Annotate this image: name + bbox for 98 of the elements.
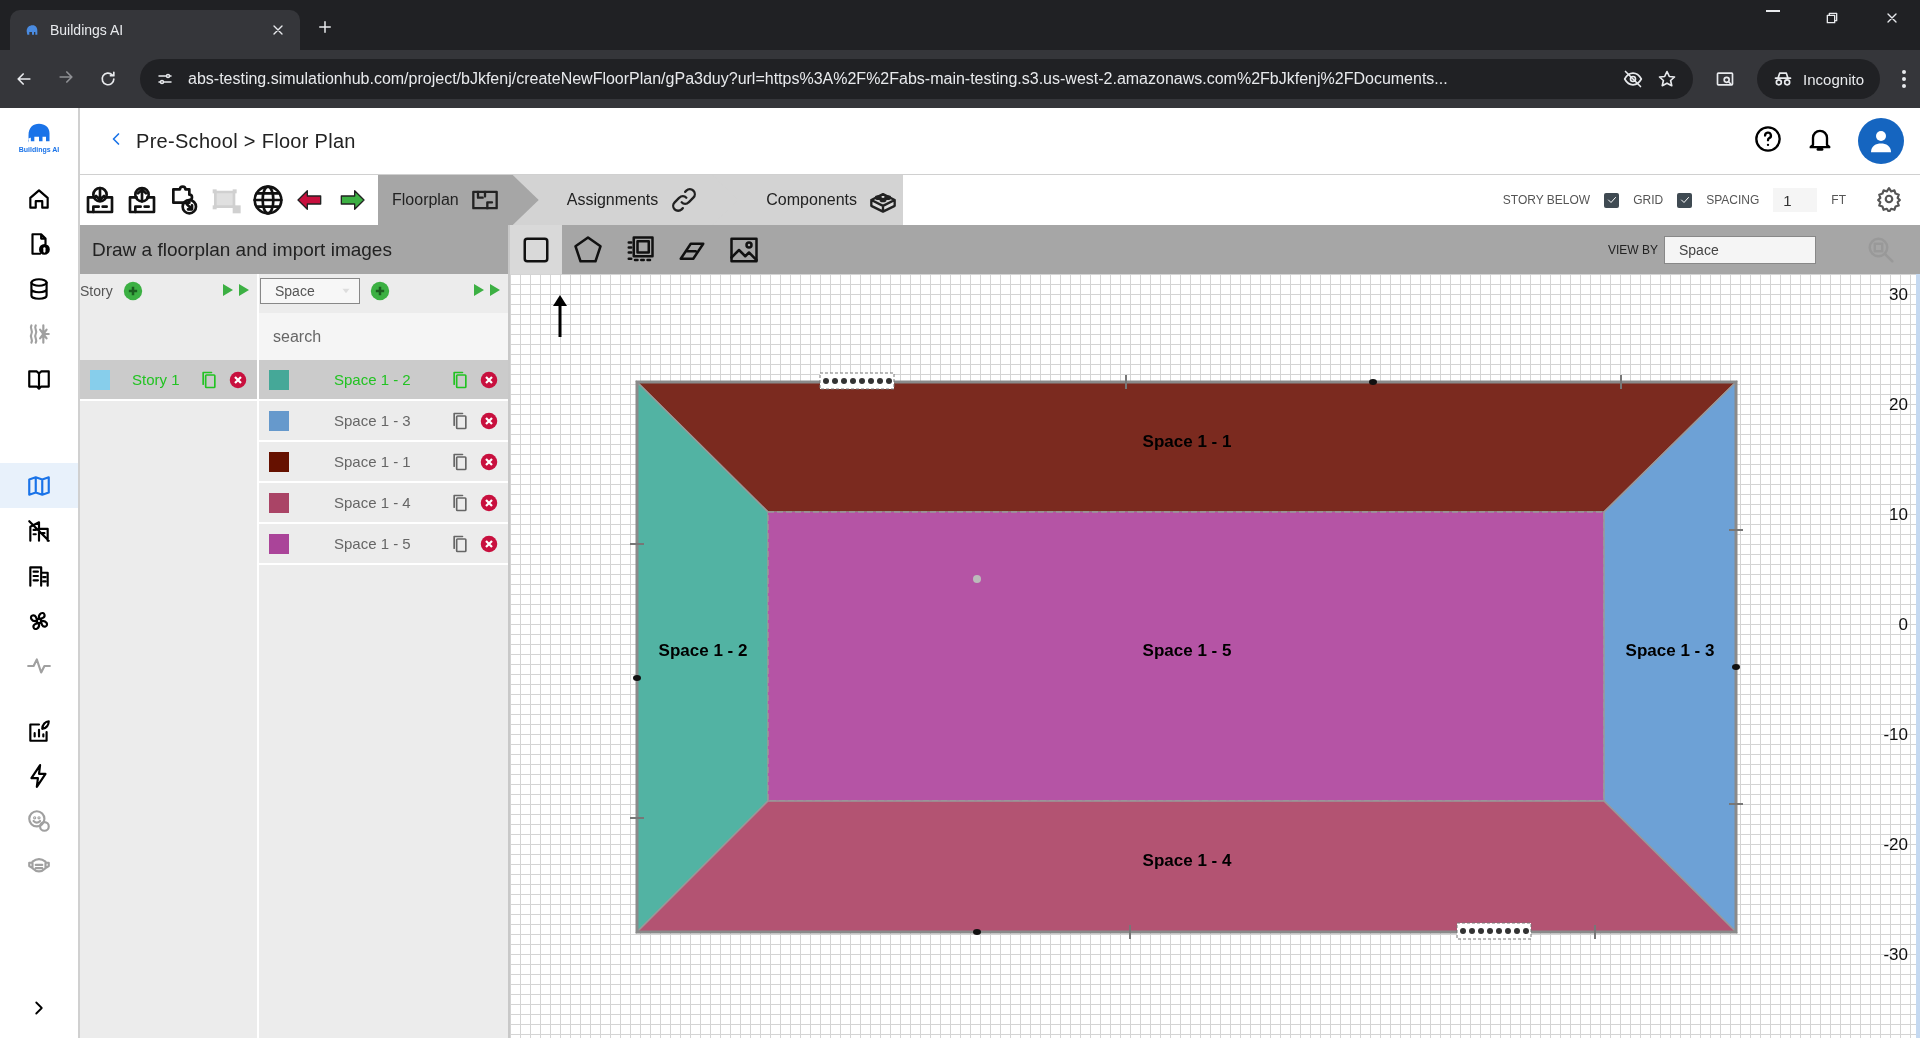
settings-button[interactable] <box>1876 185 1902 215</box>
center-point <box>973 575 981 583</box>
new-tab-icon <box>316 18 334 36</box>
axis-label: 30 <box>1889 285 1908 304</box>
checkbox[interactable] <box>1604 192 1620 208</box>
edge-handle[interactable] <box>1369 379 1377 385</box>
face-globe-icon <box>26 807 52 834</box>
copy-icon <box>450 451 470 472</box>
edge-tick[interactable] <box>1125 374 1127 390</box>
edge-handle[interactable] <box>633 675 641 681</box>
link-icon <box>670 186 699 214</box>
door-marker[interactable] <box>819 372 895 390</box>
floorplan-import-icon <box>84 184 116 216</box>
pentagon-icon <box>573 234 603 265</box>
reload-icon <box>98 69 118 89</box>
edge-handle[interactable] <box>1732 664 1740 670</box>
door-marker[interactable] <box>1456 922 1532 940</box>
edge-tick[interactable] <box>1728 529 1744 531</box>
search-field[interactable]: search <box>259 313 508 360</box>
space-name: Space 1 - 1 <box>333 453 412 470</box>
axis-label: -20 <box>1883 835 1908 854</box>
edge-tick[interactable] <box>1728 803 1744 805</box>
add-button[interactable] <box>370 281 390 301</box>
delete-icon[interactable] <box>480 534 498 553</box>
axis-label: 10 <box>1889 505 1908 524</box>
option-label: STORY BELOW <box>1502 193 1591 207</box>
space-name: Space 1 - 3 <box>333 412 412 429</box>
space-row[interactable]: Space 1 - 5 <box>259 524 508 565</box>
building-off-icon <box>26 517 52 544</box>
toolbar-button[interactable] <box>126 184 158 216</box>
checkbox[interactable] <box>1677 192 1693 208</box>
settings-icon <box>1876 185 1902 212</box>
draw-tool[interactable] <box>510 225 562 274</box>
axis-label: 0 <box>1898 615 1908 634</box>
edge-tick[interactable] <box>1620 374 1622 390</box>
delete-icon[interactable] <box>480 411 498 430</box>
edge-handle[interactable] <box>973 929 981 935</box>
toolbar-button[interactable] <box>252 184 284 216</box>
space-row[interactable]: Space 1 - 4 <box>259 483 508 524</box>
copy-icon <box>450 533 470 554</box>
story-name: Story 1 <box>131 371 181 388</box>
axis-label: -10 <box>1883 725 1908 744</box>
copy-icon <box>199 369 219 390</box>
lens-icon <box>1715 69 1736 89</box>
space-dropdown[interactable]: Space <box>260 278 360 304</box>
delete-icon[interactable] <box>480 452 498 471</box>
restore-icon <box>1824 10 1840 26</box>
more-icon[interactable] <box>1902 70 1906 88</box>
tab[interactable]: Floorplan <box>378 175 539 225</box>
avatar[interactable] <box>1858 118 1904 164</box>
incognito-icon <box>1773 69 1794 89</box>
address-bar[interactable]: abs-testing.simulationhub.com/project/bJkfenj/createNewFloorPlan/gPa3duy?url=https%3A%2F%2Fabs-main-testing.s3.us-west-2.amazonaws.com%2FbJkfenj%2FDocuments... <box>140 59 1694 99</box>
tab-title: Buildings AI <box>50 22 125 38</box>
space-label: Space 1 - 4 <box>1142 851 1232 870</box>
breadcrumb: Pre-School > Floor Plan <box>136 129 356 153</box>
profile-button[interactable]: Incognito <box>1757 59 1880 99</box>
add-button[interactable] <box>122 281 143 301</box>
edge-tick[interactable] <box>629 817 645 819</box>
spacing-field[interactable]: 1 <box>1773 188 1818 212</box>
panel-title: Draw a floorplan and import images <box>80 225 508 274</box>
star-icon <box>1657 69 1678 89</box>
help-icon <box>1754 125 1782 153</box>
eye-off-icon <box>1623 69 1644 89</box>
floorplan-export-icon <box>126 184 158 216</box>
space-row[interactable]: Space 1 - 1 <box>259 442 508 483</box>
delete-icon[interactable] <box>480 493 498 512</box>
space-label: Space 1 - 5 <box>1142 641 1232 660</box>
browser-tab[interactable]: Buildings AI <box>10 10 300 50</box>
copy-icon <box>450 492 470 513</box>
axis-label: -30 <box>1883 945 1908 964</box>
check-icon <box>1605 194 1618 206</box>
toolbar-button[interactable] <box>84 184 116 216</box>
space-name: Space 1 - 2 <box>333 371 412 388</box>
space-label: Space 1 - 1 <box>1142 432 1232 451</box>
view-by-dropdown[interactable]: Space <box>1664 235 1816 264</box>
chart-leaf-icon <box>26 717 52 744</box>
space-name: Space 1 - 5 <box>333 535 412 552</box>
space-label: Space 1 - 3 <box>1625 641 1715 660</box>
copy-icon <box>450 369 470 390</box>
edge-tick[interactable] <box>1594 924 1596 940</box>
delete-icon[interactable] <box>480 370 498 389</box>
option-label: GRID <box>1633 193 1664 207</box>
copy-icon <box>450 410 470 431</box>
check-icon <box>1678 194 1691 206</box>
view-by-label: VIEW BY <box>1608 242 1658 257</box>
space-label: Space 1 - 2 <box>658 641 748 660</box>
space-name: Space 1 - 4 <box>333 494 412 511</box>
option-label: SPACING <box>1706 193 1760 207</box>
url-text: abs-testing.simulationhub.com/project/bJkfenj/createNewFloorPlan/gPa3duy?url=https%3A%2F%2Fabs-main-testing.s3.us-west-2.amazonaws.com%2FbJkfenj%2FDocuments... <box>188 70 1449 88</box>
story-label: Story <box>80 283 113 299</box>
delete-icon[interactable] <box>229 370 247 389</box>
edge-tick[interactable] <box>1129 924 1131 940</box>
globe-icon <box>252 184 284 216</box>
space-row[interactable]: Space 1 - 3 <box>259 401 508 442</box>
edge-tick[interactable] <box>629 543 645 545</box>
axis-label: 20 <box>1889 395 1908 414</box>
north-arrow-icon <box>553 295 567 337</box>
unit-label: FT <box>1831 193 1846 207</box>
